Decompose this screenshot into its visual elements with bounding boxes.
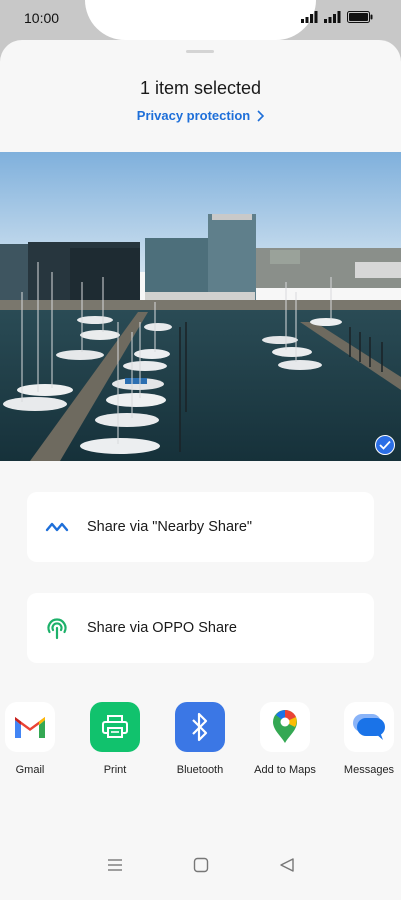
oppo-share-icon	[47, 618, 67, 640]
share-nearby-button[interactable]: Share via "Nearby Share"	[27, 492, 374, 562]
bluetooth-icon	[175, 702, 225, 752]
maps-pin-icon	[260, 702, 310, 752]
navigation-bar	[0, 830, 401, 900]
status-icons	[301, 11, 373, 23]
print-icon	[90, 702, 140, 752]
signal-icon	[301, 11, 318, 23]
chevron-right-icon	[257, 109, 265, 122]
selected-check-icon[interactable]	[375, 435, 395, 455]
battery-icon	[347, 11, 373, 23]
menu-icon[interactable]	[107, 858, 123, 872]
app-bluetooth-label: Bluetooth	[176, 764, 224, 776]
app-messages[interactable]: Messages	[327, 702, 401, 776]
drag-handle[interactable]	[186, 50, 214, 53]
app-gmail[interactable]: Gmail	[0, 702, 72, 776]
privacy-protection-link[interactable]: Privacy protection	[0, 108, 401, 123]
back-icon[interactable]	[279, 857, 295, 873]
app-add-to-maps[interactable]: Add to Maps	[243, 702, 327, 776]
selected-photo[interactable]	[0, 152, 401, 461]
share-oppo-label: Share via OPPO Share	[87, 620, 237, 636]
signal-icon-2	[324, 11, 341, 23]
app-bluetooth[interactable]: Bluetooth	[158, 702, 242, 776]
share-oppo-button[interactable]: Share via OPPO Share	[27, 593, 374, 663]
status-time: 10:00	[24, 10, 60, 26]
gmail-icon	[5, 702, 55, 752]
nearby-share-icon	[45, 522, 69, 532]
sheet-title: 1 item selected	[139, 78, 262, 98]
app-print-label: Print	[103, 764, 127, 776]
app-add-to-maps-label: Add to Maps	[254, 764, 316, 776]
app-gmail-label: Gmail	[15, 764, 45, 776]
share-nearby-label: Share via "Nearby Share"	[87, 519, 253, 535]
marina-photo	[0, 152, 401, 461]
privacy-protection-label: Privacy protection	[136, 108, 251, 123]
messages-icon	[344, 702, 394, 752]
share-app-row: Gmail Print Bluetooth Add to Maps Messag…	[0, 702, 401, 782]
status-bar: 10:00	[0, 0, 401, 40]
home-icon[interactable]	[193, 857, 209, 873]
app-messages-label: Messages	[343, 764, 395, 776]
screen-notch	[85, 0, 316, 40]
share-sheet: 1 item selected Privacy protection Share…	[0, 40, 401, 900]
app-print[interactable]: Print	[73, 702, 157, 776]
